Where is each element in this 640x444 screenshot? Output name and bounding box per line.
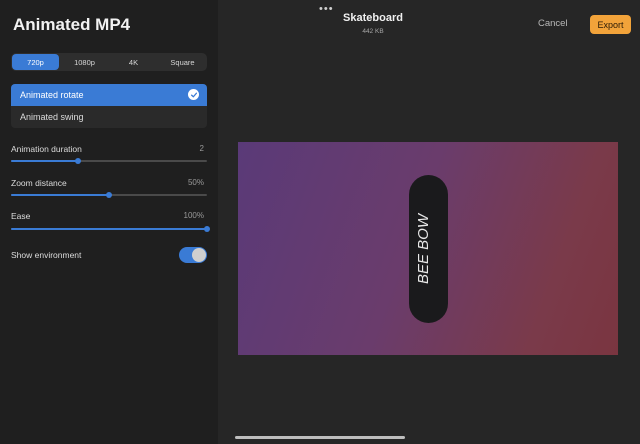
checkmark-icon <box>188 89 199 100</box>
animation-duration-slider[interactable] <box>11 158 207 164</box>
slider-fill <box>11 194 109 196</box>
file-size: 442 KB <box>362 28 384 35</box>
ease-slider[interactable] <box>11 226 210 232</box>
zoom-distance-label: Zoom distance <box>11 178 67 188</box>
option-label: Animated rotate <box>20 90 84 100</box>
resolution-segmented-control: 720p 1080p 4K Square <box>11 53 207 71</box>
tab-4k[interactable]: 4K <box>110 54 157 70</box>
show-environment-label: Show environment <box>11 250 82 260</box>
option-label: Animated swing <box>20 112 84 122</box>
export-settings-sidebar: Animated MP4 720p 1080p 4K Square Animat… <box>0 0 218 444</box>
slider-fill <box>11 160 78 162</box>
preview-canvas: BEE BOW <box>238 142 618 355</box>
board-artwork: BEE BOW <box>415 212 432 284</box>
tab-square[interactable]: Square <box>159 54 206 70</box>
panel-title: Animated MP4 <box>13 15 131 34</box>
board-text: BEE BOW <box>415 212 432 284</box>
animation-duration-label: Animation duration <box>11 144 82 154</box>
skateboard-image: BEE BOW <box>409 175 448 323</box>
slider-handle[interactable] <box>106 192 112 198</box>
zoom-distance-slider[interactable] <box>11 192 207 198</box>
show-environment-toggle[interactable] <box>179 247 207 263</box>
option-animated-swing[interactable]: Animated swing <box>11 106 207 128</box>
cancel-button[interactable]: Cancel <box>538 18 568 29</box>
slider-handle[interactable] <box>204 226 210 232</box>
preview-area: ••• Skateboard 442 KB Cancel Export BEE … <box>218 0 640 444</box>
animation-duration-value: 2 <box>199 144 204 153</box>
toggle-thumb <box>192 248 206 262</box>
tab-1080p[interactable]: 1080p <box>61 54 108 70</box>
tab-720p[interactable]: 720p <box>12 54 59 70</box>
ease-label: Ease <box>11 211 31 221</box>
home-indicator <box>235 436 405 439</box>
document-title: Skateboard <box>343 12 403 24</box>
animation-type-list: Animated rotate Animated swing <box>11 84 207 128</box>
option-animated-rotate[interactable]: Animated rotate <box>11 84 207 106</box>
slider-handle[interactable] <box>74 158 81 164</box>
slider-fill <box>11 228 207 230</box>
ease-value: 100% <box>183 211 204 220</box>
export-button[interactable]: Export <box>590 15 631 34</box>
zoom-distance-value: 50% <box>187 178 204 187</box>
